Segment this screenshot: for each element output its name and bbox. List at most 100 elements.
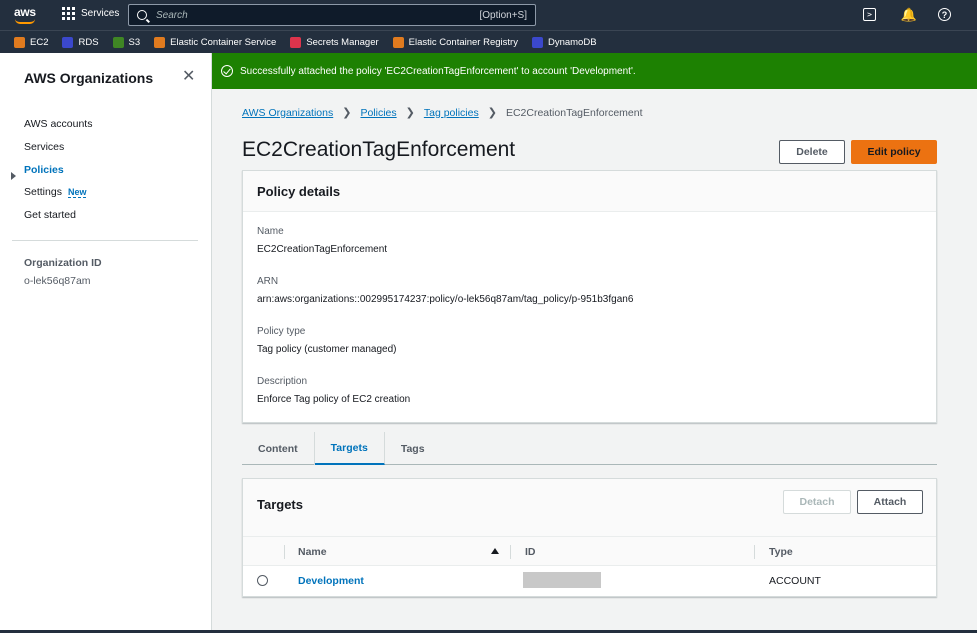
rds-service-icon	[62, 36, 74, 48]
close-icon[interactable]: ✕	[182, 69, 195, 85]
aws-logo[interactable]: aws	[13, 4, 39, 26]
success-flash-message: Successfully attached the policy 'EC2Cre…	[212, 53, 977, 89]
targets-header: Targets Detach Attach	[243, 479, 936, 537]
targets-panel: Targets Detach Attach Name ID Type Devel…	[242, 478, 937, 597]
ecr-service-icon	[392, 36, 404, 48]
edit-policy-button[interactable]: Edit policy	[851, 140, 937, 164]
favorites-bar: EC2 RDS S3 Elastic Container Service Sec…	[0, 30, 977, 53]
table-header: Name ID Type	[243, 537, 936, 566]
sidebar-item-aws-accounts[interactable]: AWS accounts	[24, 118, 92, 130]
sidebar-item-policies[interactable]: Policies	[24, 164, 64, 176]
attach-button[interactable]: Attach	[857, 490, 923, 514]
favorite-label: DynamoDB	[547, 36, 597, 48]
aws-logo-smile	[15, 19, 35, 24]
sidebar-item-get-started[interactable]: Get started	[24, 209, 76, 221]
favorite-label: Elastic Container Service	[170, 36, 277, 48]
field-value: Tag policy (customer managed)	[257, 344, 397, 355]
sidebar-divider	[12, 240, 198, 241]
search-icon	[137, 10, 147, 20]
grid-icon	[62, 7, 75, 20]
top-navigation: aws Services [Option+S] > 🔔 ?	[0, 0, 977, 30]
help-icon[interactable]: ?	[938, 8, 951, 21]
target-type: ACCOUNT	[769, 575, 821, 587]
sort-ascending-icon[interactable]	[491, 548, 499, 554]
column-header-type[interactable]: Type	[769, 546, 793, 558]
target-name-link[interactable]: Development	[298, 575, 364, 587]
favorite-rds[interactable]: RDS	[62, 36, 99, 48]
delete-button[interactable]: Delete	[779, 140, 845, 164]
chevron-right-icon: ❯	[405, 107, 415, 119]
chevron-right-icon: ❯	[487, 107, 497, 119]
breadcrumb: AWS Organizations ❯ Policies ❯ Tag polic…	[242, 106, 643, 120]
organization-id-value: o-lek56q87am	[24, 275, 91, 287]
flash-text: Successfully attached the policy 'EC2Cre…	[240, 65, 636, 77]
services-label: Services	[81, 8, 120, 19]
favorite-dynamodb[interactable]: DynamoDB	[531, 36, 597, 48]
tab-tags[interactable]: Tags	[385, 432, 441, 465]
new-badge: New	[67, 187, 87, 198]
favorite-ecs[interactable]: Elastic Container Service	[154, 36, 277, 48]
ec2-service-icon	[14, 36, 25, 48]
policy-name-field: Name EC2CreationTagEnforcement	[257, 226, 387, 255]
page-title: EC2CreationTagEnforcement	[242, 138, 516, 161]
breadcrumb-aws-organizations[interactable]: AWS Organizations	[242, 107, 333, 119]
policy-type-field: Policy type Tag policy (customer managed…	[257, 326, 397, 355]
cloudshell-icon[interactable]: >	[863, 8, 876, 21]
row-select-radio[interactable]	[257, 575, 268, 586]
sidebar-item-services[interactable]: Services	[24, 141, 64, 153]
side-navigation: AWS Organizations ✕ AWS accounts Service…	[0, 53, 212, 633]
sidebar-item-settings[interactable]: Settings New	[24, 186, 87, 198]
favorite-ec2[interactable]: EC2	[14, 36, 49, 48]
secrets-manager-service-icon	[290, 36, 302, 48]
field-label: ARN	[257, 276, 279, 287]
caret-right-icon[interactable]	[11, 172, 16, 180]
field-value: EC2CreationTagEnforcement	[257, 244, 388, 255]
favorite-label: S3	[128, 36, 141, 48]
column-header-id[interactable]: ID	[525, 546, 536, 558]
services-menu-button[interactable]: Services	[62, 7, 119, 20]
ecs-service-icon	[154, 36, 166, 48]
policy-details-panel: Policy details Name EC2CreationTagEnforc…	[242, 170, 937, 423]
search-shortcut-hint: [Option+S]	[479, 9, 527, 21]
policy-details-heading: Policy details	[243, 171, 936, 212]
favorite-label: EC2	[30, 36, 49, 48]
field-label: Policy type	[257, 326, 306, 337]
search-bar[interactable]: [Option+S]	[128, 4, 536, 26]
field-label: Description	[257, 376, 308, 387]
policy-arn-field: ARN arn:aws:organizations::002995174237:…	[257, 276, 633, 305]
success-check-icon	[221, 65, 233, 77]
organization-id-label: Organization ID	[24, 257, 102, 269]
favorite-label: RDS	[78, 36, 99, 48]
targets-heading: Targets	[257, 497, 303, 512]
favorite-secrets-manager[interactable]: Secrets Manager	[290, 36, 379, 48]
aws-logo-text: aws	[14, 5, 36, 19]
policy-description-field: Description Enforce Tag policy of EC2 cr…	[257, 376, 410, 405]
tab-content[interactable]: Content	[242, 432, 315, 465]
favorite-label: Elastic Container Registry	[408, 36, 518, 48]
detach-button[interactable]: Detach	[783, 490, 851, 514]
favorite-ecr[interactable]: Elastic Container Registry	[392, 36, 518, 48]
column-divider	[284, 545, 285, 559]
redacted-id	[523, 572, 601, 588]
field-value: arn:aws:organizations::002995174237:poli…	[257, 294, 634, 305]
tab-targets[interactable]: Targets	[314, 432, 385, 465]
breadcrumb-tag-policies[interactable]: Tag policies	[424, 107, 479, 119]
favorite-label: Secrets Manager	[306, 36, 379, 48]
sidebar-item-label: Settings	[24, 186, 62, 198]
column-divider	[754, 545, 755, 559]
policy-tabs: Content Targets Tags	[242, 432, 937, 465]
breadcrumb-policies[interactable]: Policies	[360, 107, 396, 119]
column-divider	[510, 545, 511, 559]
table-row: Development ACCOUNT	[243, 566, 936, 596]
chevron-right-icon: ❯	[342, 107, 352, 119]
s3-service-icon	[112, 36, 124, 48]
field-value: Enforce Tag policy of EC2 creation	[257, 394, 411, 405]
favorite-s3[interactable]: S3	[112, 36, 141, 48]
breadcrumb-current: EC2CreationTagEnforcement	[505, 106, 643, 119]
field-label: Name	[257, 226, 284, 237]
bell-icon[interactable]: 🔔	[901, 7, 917, 23]
dynamodb-service-icon	[531, 36, 543, 48]
search-input[interactable]	[156, 9, 480, 21]
sidebar-title: AWS Organizations	[24, 70, 154, 86]
column-header-name[interactable]: Name	[298, 546, 327, 558]
